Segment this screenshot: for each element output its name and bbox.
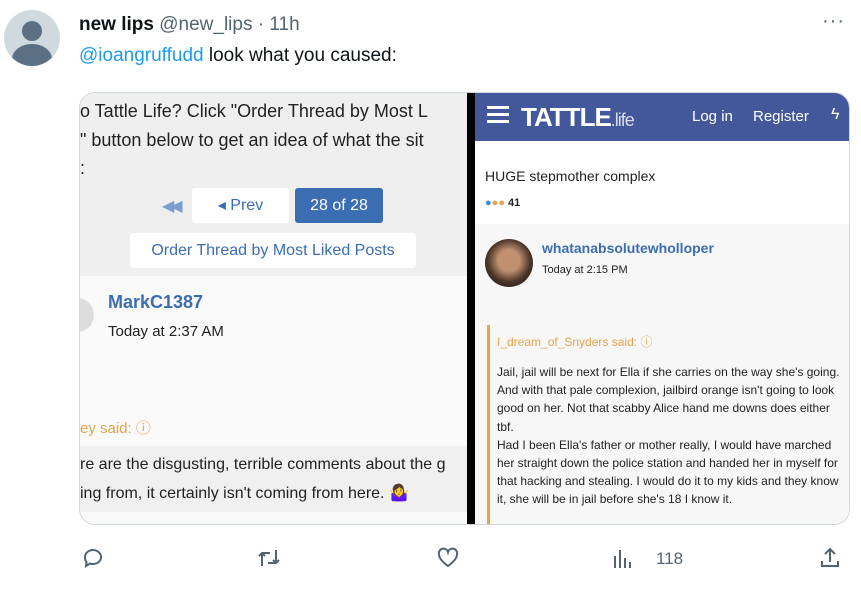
post-text: HUGE stepmother complex <box>485 168 656 184</box>
prev-button[interactable]: ◂ Prev <box>192 188 289 223</box>
right-screenshot: TATTLE.life Log in Register ϟ HUGE stepm… <box>475 93 849 524</box>
views-count: 118 <box>656 549 684 568</box>
quote-up-icon[interactable]: ⓘ <box>640 335 652 349</box>
tweet-text: @ioangruffudd look what you caused: <box>79 45 397 67</box>
intro-line: " button below to get an idea of what th… <box>80 130 424 150</box>
post-author[interactable]: MarkC1387 <box>108 292 203 313</box>
tattle-header: TATTLE.life Log in Register ϟ <box>475 93 849 141</box>
display-name[interactable]: new lips <box>79 14 154 35</box>
like-icon[interactable] <box>436 546 460 575</box>
post-author[interactable]: whatanabsolutewholloper <box>542 240 714 256</box>
quote-text: Jail, jail will be next for Ella if she … <box>497 365 840 507</box>
tweet-body: look what you caused: <box>203 45 397 66</box>
reactions[interactable]: ●●● 41 <box>485 197 520 209</box>
lightning-icon[interactable]: ϟ <box>831 106 839 124</box>
register-link[interactable]: Register <box>753 108 809 125</box>
handle[interactable]: @new_lips <box>159 14 252 35</box>
retweet-icon[interactable] <box>257 546 281 575</box>
avatar[interactable] <box>4 10 60 66</box>
reaction-count: 41 <box>508 197 521 209</box>
tattle-logo[interactable]: TATTLE.life <box>521 102 635 133</box>
left-screenshot: o Tattle Life? Click "Order Thread by Mo… <box>80 93 467 524</box>
like-icon: ● <box>485 197 492 209</box>
mention-link[interactable]: @ioangruffudd <box>79 45 204 66</box>
tweet-author[interactable]: new lips @new_lips · 11h <box>79 14 300 36</box>
quote-bar <box>487 325 490 524</box>
intro-line: : <box>80 158 86 178</box>
quote-line: re are the disgusting, terrible comments… <box>80 456 446 473</box>
quote-header[interactable]: I_dream_of_Snyders said: ⓘ <box>497 333 652 350</box>
login-link[interactable]: Log in <box>692 108 733 125</box>
order-thread-button[interactable]: Order Thread by Most Liked Posts <box>130 233 416 268</box>
share-icon[interactable] <box>818 546 842 575</box>
laugh-icon: ● <box>498 197 505 209</box>
post-time: Today at 2:37 AM <box>108 323 224 340</box>
more-options-icon[interactable]: ··· <box>822 10 845 33</box>
quote-author: ey said: <box>80 420 132 437</box>
author-avatar[interactable] <box>80 298 94 332</box>
reply-icon[interactable] <box>81 546 105 575</box>
views-button[interactable]: 118 <box>612 546 683 575</box>
quote-line: ing from, it certainly isn't coming from… <box>80 485 409 502</box>
separator: · <box>257 14 265 35</box>
views-icon <box>614 550 631 568</box>
first-page-icon[interactable]: ◀◀ <box>162 196 183 216</box>
page-indicator[interactable]: 28 of 28 <box>295 188 383 223</box>
hamburger-menu-icon[interactable] <box>487 106 509 109</box>
quote-author: I_dream_of_Snyders said: <box>497 335 638 349</box>
quote-header[interactable]: ey said: ⓘ <box>80 417 151 438</box>
quote-up-icon[interactable]: ⓘ <box>136 420 151 437</box>
post-time: Today at 2:15 PM <box>542 264 628 276</box>
timestamp[interactable]: 11h <box>269 14 299 35</box>
divider <box>467 93 475 524</box>
tweet-image[interactable]: o Tattle Life? Click "Order Thread by Mo… <box>79 92 850 525</box>
author-avatar[interactable] <box>485 239 533 287</box>
intro-line: o Tattle Life? Click "Order Thread by Mo… <box>80 101 428 121</box>
